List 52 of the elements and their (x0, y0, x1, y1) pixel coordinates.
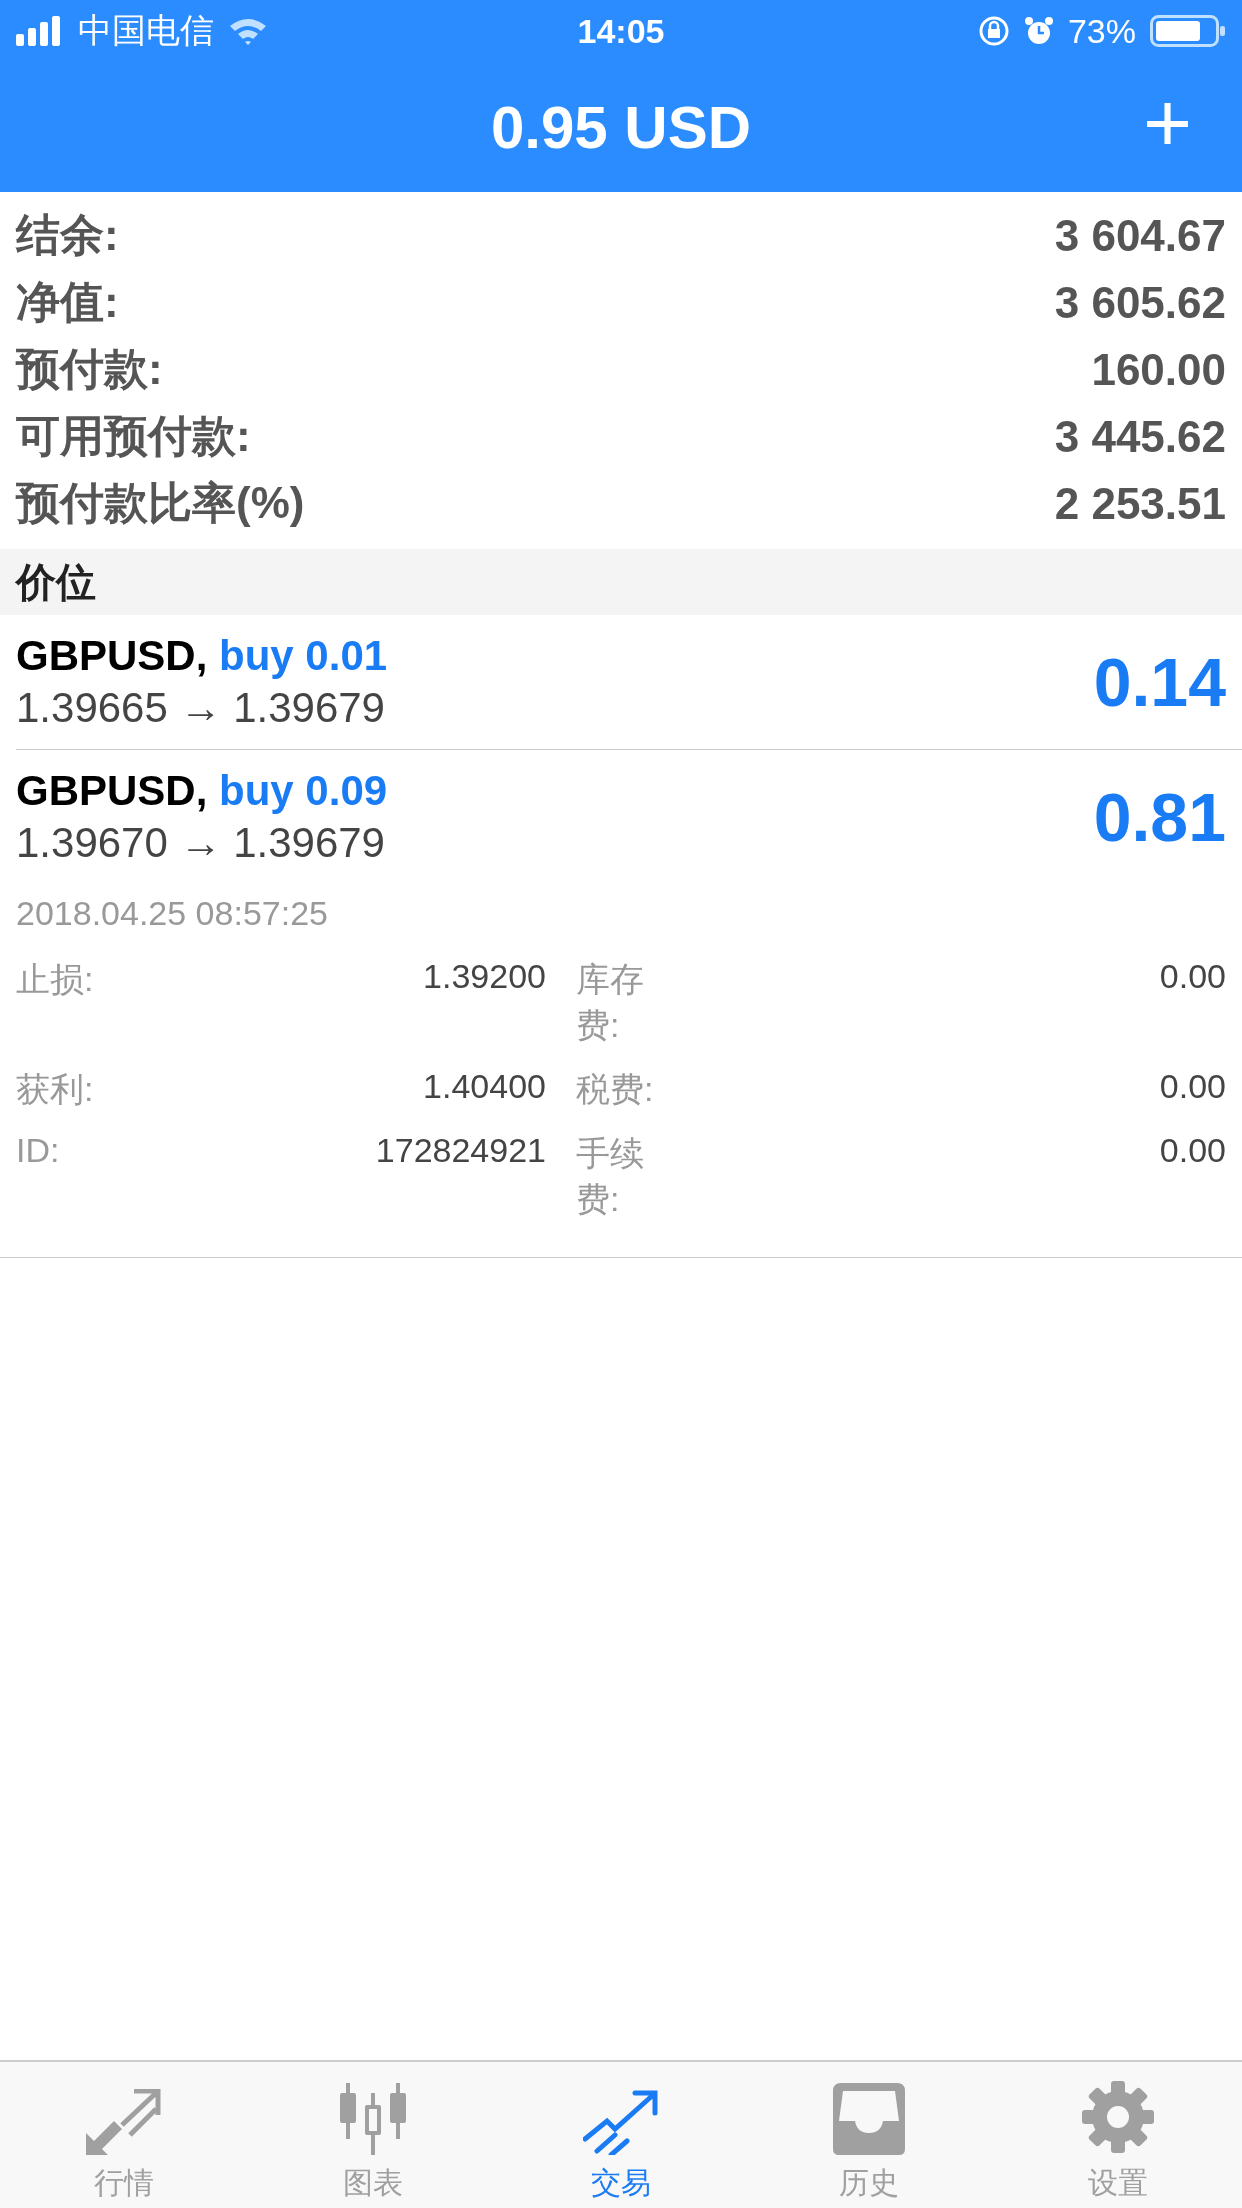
profit-value: 0.14 (1093, 643, 1226, 721)
detail-label: 库存费: (575, 959, 645, 1046)
price-change: 1.39670 → 1.39679 (16, 819, 386, 867)
order-label: buy 0.01 (219, 632, 388, 679)
profit-value: 0.81 (1093, 778, 1226, 856)
detail-label: 止损: (16, 959, 95, 1000)
position-row[interactable]: GBPUSD, buy 0.09 1.39670 → 1.39679 0.81 2018.04.25 08:57:25 止损: 1.39200 库存费: 0.00 获利: 1.40400 税费: 0.00 ID: 172824921 手续费: 0.00 (0, 750, 1242, 1258)
arrows-icon (86, 2089, 163, 2155)
detail-value: 0.00 (1158, 957, 1226, 997)
battery-percent: 73% (1067, 11, 1136, 51)
summary-label: 预付款比率(%) (16, 477, 305, 529)
tab[interactable]: 交易 (496, 2062, 746, 2208)
symbol-label: GBPUSD, (16, 767, 208, 814)
price-change: 1.39665 → 1.39679 (16, 684, 386, 732)
tab[interactable]: 历史 (745, 2062, 994, 2208)
alarm-icon (1023, 16, 1054, 46)
summary-value: 160.00 (1091, 344, 1226, 395)
summary-label: 结余: (16, 209, 119, 261)
battery-icon (1150, 15, 1226, 47)
detail-value: 1.40400 (422, 1067, 546, 1107)
detail-value: 0.00 (1158, 1131, 1226, 1171)
trend-icon (583, 2089, 659, 2155)
position-row[interactable]: GBPUSD, buy 0.01 1.39665 → 1.39679 0.14 (16, 615, 1242, 750)
detail-label: 税费: (575, 1069, 655, 1110)
rotation-lock-icon (977, 15, 1010, 47)
detail-value: 172824921 (374, 1131, 546, 1171)
summary-value: 2 253.51 (1054, 478, 1226, 529)
summary-label: 净值: (16, 276, 119, 328)
detail-value: 0.00 (1158, 1067, 1226, 1107)
detail-label: ID: (16, 1131, 61, 1171)
tab[interactable]: 图表 (248, 2062, 497, 2208)
wifi-icon (228, 16, 268, 46)
summary-label: 预付款: (16, 343, 163, 395)
symbol-label: GBPUSD, (16, 632, 208, 679)
tab[interactable]: 行情 (0, 2062, 249, 2208)
summary-value: 3 445.62 (1054, 411, 1226, 462)
open-time: 2018.04.25 08:57:25 (16, 894, 329, 933)
settings-icon (1079, 2079, 1156, 2155)
summary-value: 3 604.67 (1054, 210, 1226, 261)
section-header: 价位 (0, 549, 1242, 615)
summary-value: 3 605.62 (1054, 277, 1226, 328)
detail-value: 1.39200 (422, 957, 546, 997)
summary-label: 可用预付款: (16, 410, 251, 462)
inbox-icon (831, 2083, 908, 2155)
clock-time: 14:05 (577, 11, 665, 51)
balance-title: 0.95 USD (490, 92, 752, 162)
carrier-name: 中国电信 (78, 10, 214, 51)
order-label: buy 0.09 (219, 767, 388, 814)
detail-label: 获利: (16, 1069, 95, 1110)
detail-label: 手续费: (575, 1133, 645, 1220)
add-button[interactable]: + (1132, 80, 1202, 164)
tab[interactable]: 设置 (993, 2062, 1242, 2208)
